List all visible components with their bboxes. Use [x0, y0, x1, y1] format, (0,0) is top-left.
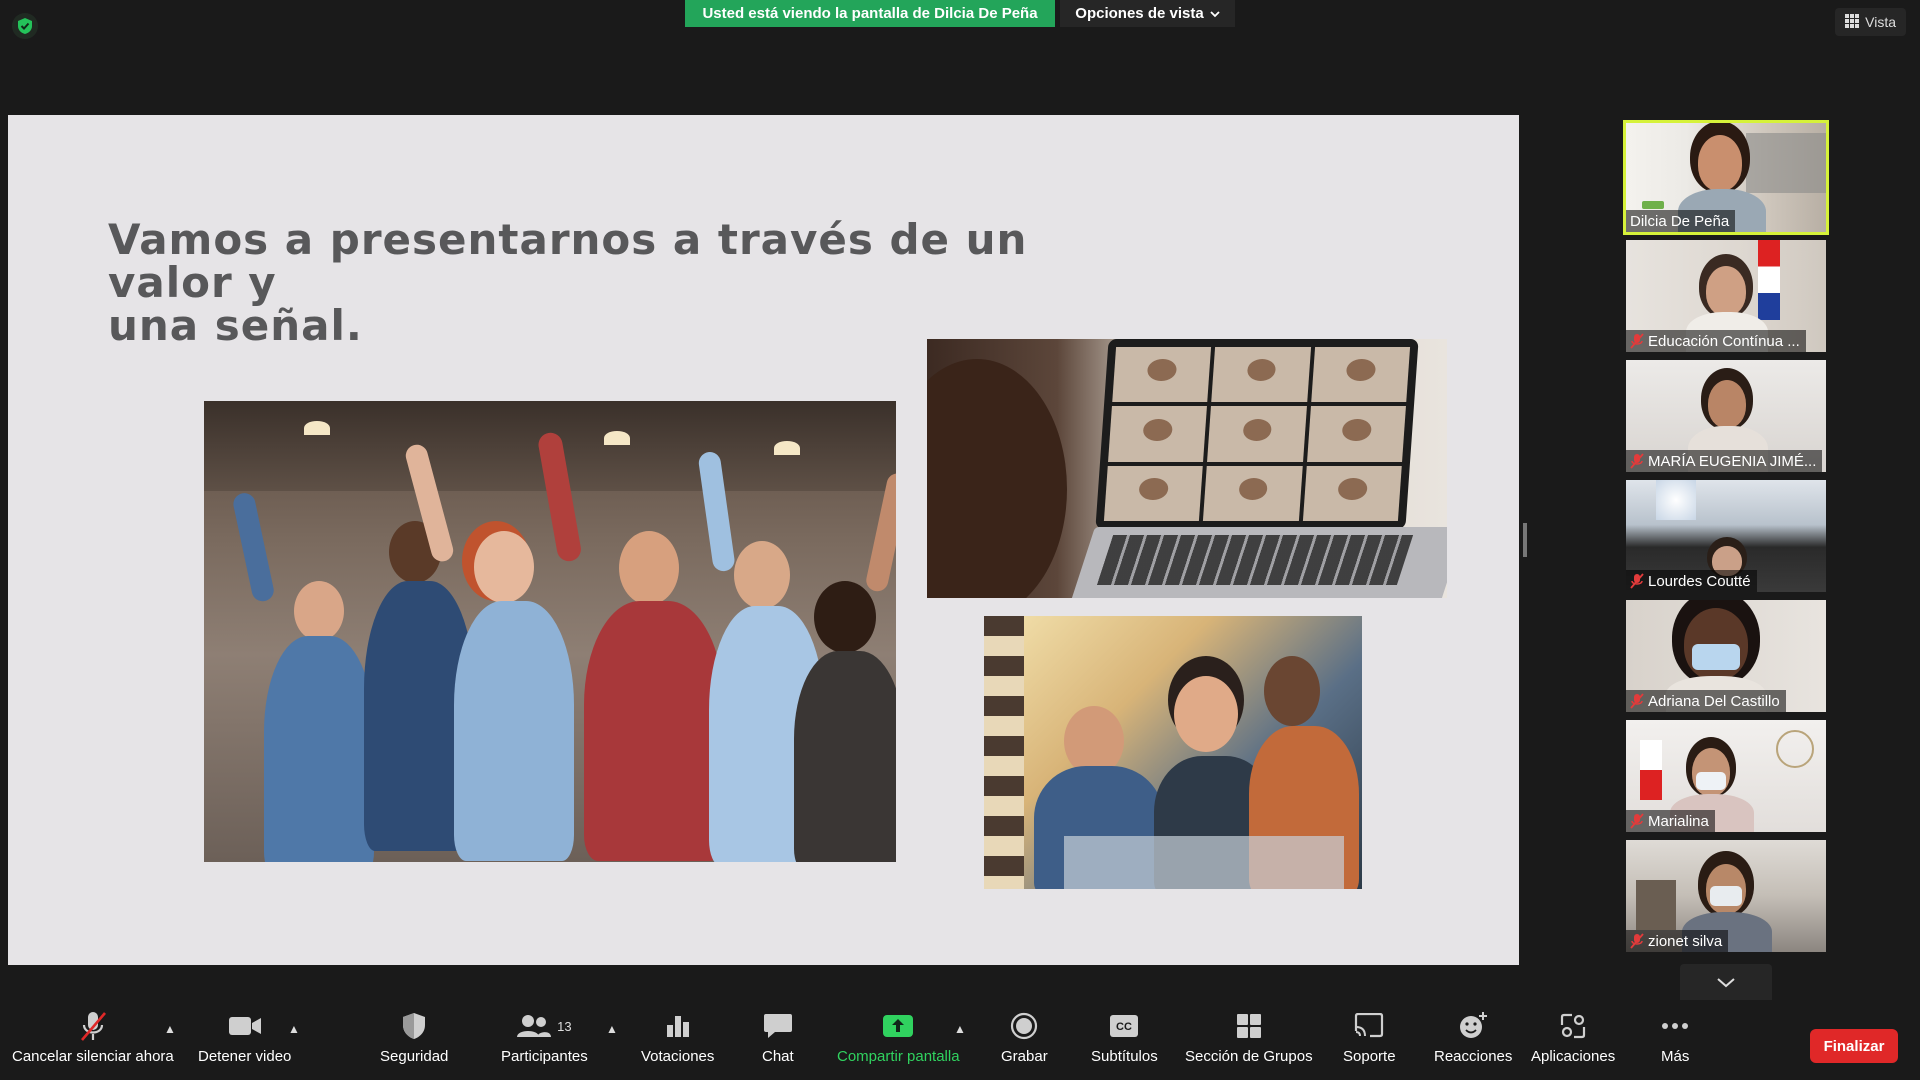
participants-count: 13 — [557, 1018, 572, 1034]
security-shield-icon[interactable] — [12, 13, 38, 39]
stop-video-label: Detener video — [198, 1048, 292, 1065]
support-button[interactable]: Soporte — [1343, 1010, 1396, 1065]
more-label: Más — [1661, 1048, 1690, 1065]
chat-bubble-icon — [763, 1010, 793, 1042]
share-screen-button[interactable]: Compartir pantalla — [837, 1010, 960, 1065]
laptop-video-call-photo — [927, 339, 1447, 598]
chat-button[interactable]: Chat — [762, 1010, 794, 1065]
view-options-label: Opciones de vista — [1075, 5, 1204, 22]
more-dots-icon — [1661, 1010, 1689, 1042]
bar-chart-icon — [665, 1010, 691, 1042]
participant-tile[interactable]: Adriana Del Castillo — [1626, 600, 1826, 712]
view-layout-button[interactable]: Vista — [1835, 8, 1906, 36]
participant-name-tag: zionet silva — [1626, 930, 1729, 952]
mic-muted-icon — [78, 1010, 108, 1042]
slide-title-line-2: una señal. — [108, 301, 363, 350]
security-button[interactable]: Seguridad — [380, 1010, 448, 1065]
view-button-label: Vista — [1865, 14, 1896, 30]
participant-tile[interactable]: Lourdes Coutté — [1626, 480, 1826, 592]
reactions-label: Reacciones — [1434, 1048, 1513, 1065]
share-options-caret[interactable]: ▲ — [954, 1022, 966, 1036]
breakout-rooms-button[interactable]: Sección de Grupos — [1185, 1010, 1313, 1065]
participant-name: Educación Contínua ... — [1648, 332, 1800, 350]
apps-icon — [1560, 1010, 1586, 1042]
participant-name-tag: MARÍA EUGENIA JIMÉ... — [1626, 450, 1823, 472]
chevron-down-icon — [1717, 975, 1735, 993]
office-colleagues-photo — [984, 616, 1362, 889]
mic-muted-icon — [1630, 933, 1644, 949]
view-options-dropdown[interactable]: Opciones de vista — [1060, 0, 1235, 27]
svg-text:CC: CC — [1116, 1021, 1132, 1033]
security-label: Seguridad — [380, 1048, 449, 1065]
chat-label: Chat — [762, 1048, 794, 1065]
gallery-scroll-down-button[interactable] — [1680, 964, 1772, 1004]
more-button[interactable]: Más — [1661, 1010, 1689, 1065]
participant-tile[interactable]: MARÍA EUGENIA JIMÉ... — [1626, 360, 1826, 472]
closed-captions-icon: CC — [1109, 1010, 1139, 1042]
video-options-caret[interactable]: ▲ — [288, 1022, 300, 1036]
audio-options-caret[interactable]: ▲ — [164, 1022, 176, 1036]
participant-name: Adriana Del Castillo — [1648, 692, 1780, 710]
captions-button[interactable]: CC Subtítulos — [1091, 1010, 1158, 1065]
participant-name-tag: Lourdes Coutté — [1626, 570, 1757, 592]
grid-icon — [1845, 13, 1860, 31]
end-meeting-button[interactable]: Finalizar — [1810, 1029, 1898, 1063]
unmute-label: Cancelar silenciar ahora — [12, 1048, 174, 1065]
participant-tile-active-speaker[interactable]: Dilcia De Peña — [1623, 120, 1829, 235]
slide-title-line-1: Vamos a presentarnos a través de un valo… — [108, 215, 1028, 307]
unmute-button[interactable]: Cancelar silenciar ahora — [12, 1010, 174, 1065]
cast-screen-icon — [1353, 1010, 1385, 1042]
mic-muted-icon — [1630, 813, 1644, 829]
record-button[interactable]: Grabar — [1001, 1010, 1048, 1065]
video-camera-icon — [228, 1010, 262, 1042]
mic-muted-icon — [1630, 573, 1644, 589]
meeting-toolbar: Cancelar silenciar ahora ▲ Detener video… — [0, 1000, 1920, 1080]
participant-name: Marialina — [1648, 812, 1709, 830]
polls-label: Votaciones — [641, 1048, 715, 1065]
participants-options-caret[interactable]: ▲ — [606, 1022, 618, 1036]
mic-muted-icon — [1630, 333, 1644, 349]
smiley-plus-icon — [1458, 1010, 1488, 1042]
apps-button[interactable]: Aplicaciones — [1531, 1010, 1615, 1065]
participant-name: Lourdes Coutté — [1648, 572, 1751, 590]
reactions-button[interactable]: Reacciones — [1434, 1010, 1512, 1065]
participants-label: Participantes — [501, 1048, 588, 1065]
apps-label: Aplicaciones — [1531, 1048, 1616, 1065]
team-celebrating-photo — [204, 401, 896, 862]
share-screen-label: Compartir pantalla — [837, 1048, 960, 1065]
screen-share-banner: Usted está viendo la pantalla de Dilcia … — [685, 0, 1055, 27]
shared-screen-slide: Vamos a presentarnos a través de un valo… — [8, 115, 1519, 965]
mic-muted-icon — [1630, 453, 1644, 469]
participant-tile[interactable]: Marialina — [1626, 720, 1826, 832]
share-screen-icon — [882, 1010, 914, 1042]
participant-tile[interactable]: Educación Contínua ... — [1626, 240, 1826, 352]
panel-resize-handle[interactable] — [1523, 523, 1527, 557]
record-label: Grabar — [1001, 1048, 1048, 1065]
participant-name: Dilcia De Peña — [1630, 212, 1730, 230]
breakout-rooms-label: Sección de Grupos — [1185, 1048, 1313, 1065]
participant-gallery: Dilcia De Peña Educación Contínua ... MA… — [1623, 120, 1829, 960]
participant-name: MARÍA EUGENIA JIMÉ... — [1648, 452, 1817, 470]
participant-name: zionet silva — [1648, 932, 1723, 950]
participant-name-tag: Educación Contínua ... — [1626, 330, 1806, 352]
stop-video-button[interactable]: Detener video — [198, 1010, 291, 1065]
polls-button[interactable]: Votaciones — [641, 1010, 714, 1065]
mic-muted-icon — [1630, 693, 1644, 709]
participants-button[interactable]: 13 Participantes — [501, 1010, 588, 1065]
breakout-rooms-icon — [1236, 1010, 1262, 1042]
support-label: Soporte — [1343, 1048, 1396, 1065]
participant-name-tag: Adriana Del Castillo — [1626, 690, 1786, 712]
participant-name-tag: Dilcia De Peña — [1626, 210, 1736, 232]
shield-icon — [401, 1010, 427, 1042]
slide-title: Vamos a presentarnos a través de un valo… — [108, 218, 1108, 347]
captions-label: Subtítulos — [1091, 1048, 1158, 1065]
record-icon — [1010, 1010, 1038, 1042]
participant-tile[interactable]: zionet silva — [1626, 840, 1826, 952]
chevron-down-icon — [1210, 5, 1220, 22]
participants-icon: 13 — [517, 1010, 572, 1042]
participant-name-tag: Marialina — [1626, 810, 1715, 832]
